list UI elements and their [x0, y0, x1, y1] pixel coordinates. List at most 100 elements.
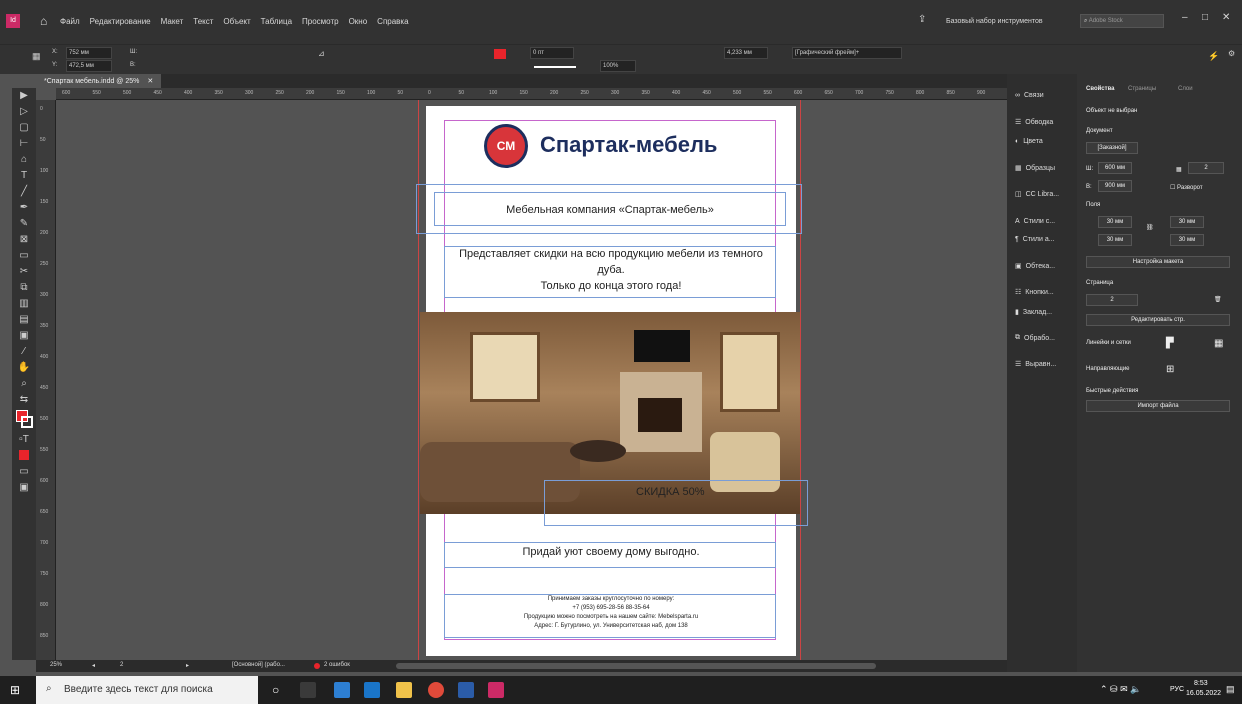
opacity-field[interactable]: 100%	[600, 60, 636, 72]
apply-color-icon[interactable]	[12, 448, 36, 464]
brand-name[interactable]: Спартак-мебель	[540, 132, 717, 158]
content-collector-icon[interactable]: ⌂	[12, 152, 36, 168]
panel-links[interactable]: ∞ Связи	[1015, 92, 1044, 99]
pasteboard[interactable]: СМ Спартак-мебель Мебельная компания «Сп…	[56, 100, 1007, 660]
menu-window[interactable]: Окно	[349, 11, 368, 31]
panel-char-styles[interactable]: A Стили с...	[1015, 218, 1055, 225]
panel-align[interactable]: ☰ Выравн...	[1015, 360, 1056, 369]
pencil-tool-icon[interactable]: ✎	[12, 216, 36, 232]
share-icon[interactable]: ⇪	[918, 14, 926, 25]
x-field[interactable]: 752 мм	[66, 47, 112, 59]
panel-swatches[interactable]: ▦ Образцы	[1015, 164, 1055, 173]
menu-object[interactable]: Объект	[223, 11, 250, 31]
formatting-affects-icon[interactable]: ▫T	[12, 432, 36, 448]
horizontal-scrollbar[interactable]	[396, 663, 876, 669]
company-text[interactable]: Мебельная компания «Спартак-мебель»	[438, 204, 782, 216]
prev-page-icon[interactable]: ◂	[92, 662, 95, 669]
edit-page-button[interactable]: Редактировать стр.	[1086, 314, 1230, 326]
app-logo[interactable]: Id	[6, 14, 20, 28]
scissors-tool-icon[interactable]: ✂	[12, 264, 36, 280]
page-tool-icon[interactable]: ▢	[12, 120, 36, 136]
page-number[interactable]: 2	[120, 662, 123, 668]
doc-width-field[interactable]: 600 мм	[1098, 162, 1132, 174]
margin-inside-field[interactable]: 30 мм	[1170, 216, 1204, 228]
lightning-icon[interactable]: ⚡	[1208, 51, 1219, 62]
selection-tool-icon[interactable]: ▶	[12, 88, 36, 104]
menu-type[interactable]: Текст	[193, 11, 213, 31]
task-view-icon[interactable]: ○	[272, 683, 279, 697]
language-indicator[interactable]: РУС	[1170, 686, 1184, 693]
doc-height-field[interactable]: 900 мм	[1098, 180, 1132, 192]
link-icon[interactable]: ⛓	[1146, 224, 1154, 231]
tab-properties[interactable]: Свойства	[1086, 86, 1115, 92]
rotate-icon[interactable]: ⊿	[318, 49, 325, 58]
fill-swatch[interactable]	[494, 49, 506, 59]
panel-colors[interactable]: ◐ Цвета	[1015, 138, 1043, 145]
margin-outside-field[interactable]: 30 мм	[1170, 234, 1204, 246]
stock-search[interactable]: ⌕ Adobe Stock	[1080, 14, 1164, 28]
gradient-feather-tool-icon[interactable]: ▤	[12, 312, 36, 328]
tab-pages[interactable]: Страницы	[1128, 86, 1156, 92]
document-page[interactable]: СМ Спартак-мебель Мебельная компания «Сп…	[416, 106, 808, 656]
notification-icon[interactable]: ▤	[1226, 684, 1235, 695]
view-mode-icon[interactable]: ▭	[12, 464, 36, 480]
error-count[interactable]: 2 ошибок	[324, 662, 350, 668]
panel-cc-libraries[interactable]: ◫ CC Libra...	[1015, 190, 1059, 199]
rectangle-tool-icon[interactable]: ▭	[12, 248, 36, 264]
gear-icon[interactable]: ⚙	[1228, 49, 1235, 58]
mail-icon[interactable]	[364, 682, 380, 698]
tab-layers[interactable]: Слои	[1178, 86, 1193, 92]
discount-text[interactable]: СКИДКА 50%	[636, 486, 705, 498]
free-transform-tool-icon[interactable]: ⧉	[12, 280, 36, 296]
stroke-weight-field[interactable]: 0 пт	[530, 47, 574, 59]
store-icon[interactable]	[334, 682, 350, 698]
close-icon[interactable]: ✕	[147, 78, 153, 85]
import-file-button[interactable]: Импорт файла	[1086, 400, 1230, 412]
tray-icons[interactable]: ⌃ ⛁ ✉ 🔈	[1100, 684, 1141, 695]
margin-bottom-field[interactable]: 30 мм	[1098, 234, 1132, 246]
guides-icon[interactable]: ⊞	[1166, 364, 1174, 375]
brand-logo[interactable]: СМ	[484, 124, 528, 168]
type-tool-icon[interactable]: T	[12, 168, 36, 184]
zoom-level[interactable]: 25%	[50, 662, 62, 668]
panel-bookmarks[interactable]: ▮ Заклад...	[1015, 308, 1052, 317]
menu-edit[interactable]: Редактирование	[90, 11, 151, 31]
pen-tool-icon[interactable]: ✒	[12, 200, 36, 216]
page-select[interactable]: 2	[1086, 294, 1138, 306]
preset-select[interactable]: [Заказной]	[1086, 142, 1138, 154]
swap-colors-icon[interactable]: ⇆	[12, 392, 36, 408]
gradient-tool-icon[interactable]: ▥	[12, 296, 36, 312]
adjust-layout-button[interactable]: Настройка макета	[1086, 256, 1230, 268]
next-page-icon[interactable]: ▸	[186, 662, 189, 669]
home-icon[interactable]: ⌂	[40, 14, 47, 28]
taskbar-search[interactable]: ⌕ Введите здесь текст для поиска	[36, 676, 258, 704]
menu-view[interactable]: Просмотр	[302, 11, 339, 31]
rectangle-frame-tool-icon[interactable]: ⊠	[12, 232, 36, 248]
panel-para-styles[interactable]: ¶ Стили а...	[1015, 236, 1055, 243]
menu-file[interactable]: Файл	[60, 11, 80, 31]
y-field[interactable]: 472,5 мм	[66, 60, 112, 72]
line-tool-icon[interactable]: ╱	[12, 184, 36, 200]
measure-field[interactable]: 4,233 мм	[724, 47, 768, 59]
grid-icon[interactable]: ▦	[1214, 338, 1223, 349]
clock-date[interactable]: 16.05.2022	[1186, 690, 1221, 697]
panel-text-wrap[interactable]: ▣ Обтека...	[1015, 262, 1055, 271]
tab-document[interactable]: *Спартак мебель.indd @ 25% ✕	[36, 74, 162, 88]
close-button[interactable]: ✕	[1222, 12, 1230, 23]
menu-layout[interactable]: Макет	[161, 11, 184, 31]
screen-mode-icon[interactable]: ▣	[12, 480, 36, 496]
panel-stroke[interactable]: ☰ Обводка	[1015, 118, 1053, 127]
maximize-button[interactable]: □	[1202, 12, 1208, 23]
panel-buttons[interactable]: ☷ Кнопки...	[1015, 288, 1054, 297]
ruler-icon[interactable]: ▛	[1166, 338, 1174, 349]
reference-point-icon[interactable]: ▦	[32, 51, 41, 62]
slogan-text[interactable]: Придай уют своему дому выгодно.	[426, 546, 796, 558]
panel-pathfinder[interactable]: ⧉ Обрабо...	[1015, 334, 1055, 342]
menu-table[interactable]: Таблица	[261, 11, 292, 31]
explorer-icon[interactable]	[396, 682, 412, 698]
chrome-icon[interactable]	[428, 682, 444, 698]
eyedropper-tool-icon[interactable]: ⁄	[12, 344, 36, 360]
word-icon[interactable]	[458, 682, 474, 698]
clock-time[interactable]: 8:53	[1194, 680, 1208, 687]
minimize-button[interactable]: –	[1182, 12, 1188, 23]
